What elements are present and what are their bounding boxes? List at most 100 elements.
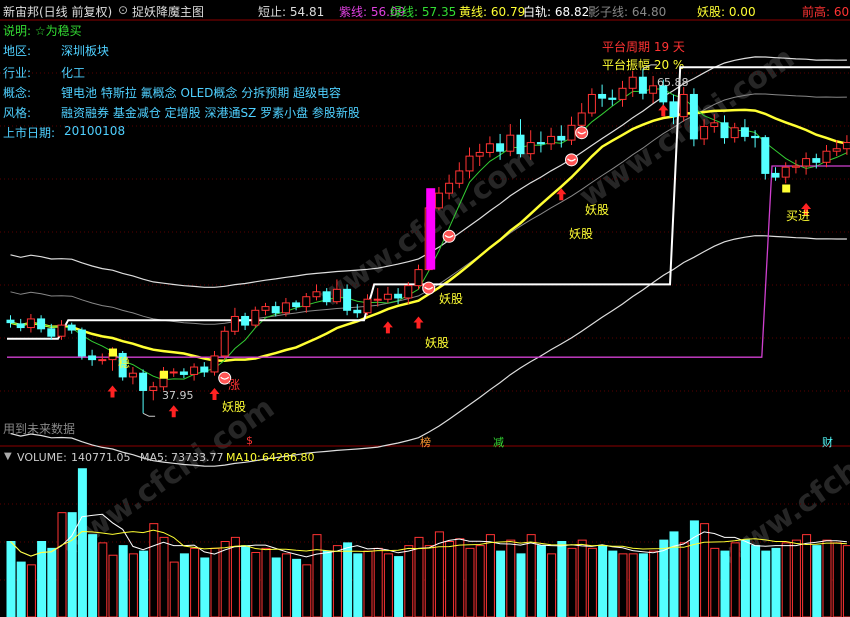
volume-bar[interactable]: [332, 545, 342, 617]
volume-bar[interactable]: [118, 545, 128, 617]
candle-body[interactable]: [47, 328, 56, 337]
candle-body[interactable]: [434, 192, 443, 209]
volume-bar[interactable]: [312, 534, 322, 617]
volume-bar[interactable]: [455, 538, 465, 617]
volume-bar[interactable]: [638, 553, 648, 617]
volume-bar[interactable]: [271, 557, 281, 617]
candle-body[interactable]: [6, 319, 15, 324]
volume-bar[interactable]: [292, 558, 302, 617]
volume-bar[interactable]: [618, 553, 628, 617]
volume-bar[interactable]: [730, 542, 740, 617]
volume-bar[interactable]: [383, 553, 393, 617]
volume-bar[interactable]: [343, 542, 353, 617]
volume-bar[interactable]: [802, 534, 812, 617]
candle-body[interactable]: [710, 122, 719, 128]
candle-body[interactable]: [292, 302, 301, 308]
volume-bar[interactable]: [108, 554, 118, 617]
candle-body[interactable]: [88, 355, 97, 361]
volume-bar[interactable]: [322, 550, 332, 617]
volume-bar[interactable]: [547, 553, 557, 617]
volume-bar[interactable]: [424, 545, 434, 617]
candle-body[interactable]: [26, 318, 35, 329]
candle-body[interactable]: [343, 288, 352, 311]
volume-bar[interactable]: [98, 542, 108, 617]
candle-body[interactable]: [567, 124, 576, 141]
volume-bar[interactable]: [475, 545, 485, 617]
candle-body[interactable]: [730, 127, 739, 139]
candle-body[interactable]: [37, 318, 46, 330]
candle-body[interactable]: [547, 135, 556, 145]
volume-bar[interactable]: [710, 547, 720, 617]
candle-body[interactable]: [302, 296, 311, 308]
candle-body[interactable]: [496, 143, 505, 152]
volume-bar[interactable]: [506, 539, 516, 617]
volume-bar[interactable]: [628, 553, 638, 617]
candle-body[interactable]: [761, 137, 770, 174]
volume-bar[interactable]: [77, 468, 87, 617]
candle-body[interactable]: [230, 315, 239, 332]
candle-body[interactable]: [139, 372, 148, 391]
volume-bar[interactable]: [679, 542, 689, 617]
volume-bar[interactable]: [751, 545, 761, 617]
candle-body[interactable]: [169, 371, 178, 374]
candle-body[interactable]: [67, 324, 76, 331]
candle-body[interactable]: [98, 359, 107, 362]
candle-body[interactable]: [16, 323, 25, 329]
volume-bar[interactable]: [496, 550, 506, 617]
triangle-down-icon[interactable]: ▼: [4, 451, 12, 462]
candle-body[interactable]: [363, 298, 372, 314]
volume-bar[interactable]: [771, 547, 781, 617]
candle-body[interactable]: [669, 101, 678, 118]
candle-body[interactable]: [77, 329, 86, 357]
candle-body[interactable]: [608, 97, 617, 100]
candle-body[interactable]: [526, 142, 535, 155]
volume-bar[interactable]: [700, 523, 710, 617]
volume-bar[interactable]: [67, 512, 77, 617]
volume-bar[interactable]: [445, 541, 455, 617]
volume-bar[interactable]: [567, 547, 577, 617]
candle-body[interactable]: [455, 170, 464, 184]
candle-body[interactable]: [414, 269, 423, 287]
candle-body[interactable]: [628, 76, 637, 89]
volume-bar[interactable]: [200, 557, 210, 617]
volume-bar[interactable]: [139, 550, 149, 617]
volume-bar[interactable]: [302, 564, 312, 617]
volume-bar[interactable]: [47, 547, 57, 617]
candle-body[interactable]: [322, 291, 331, 303]
candle-body[interactable]: [373, 298, 382, 301]
volume-bar[interactable]: [241, 545, 251, 617]
candle-body[interactable]: [271, 306, 280, 314]
candle-body[interactable]: [261, 306, 270, 311]
volume-bar[interactable]: [842, 545, 850, 617]
volume-bar[interactable]: [781, 542, 791, 617]
candle-body[interactable]: [220, 330, 229, 357]
volume-bar[interactable]: [281, 553, 291, 617]
volume-bar[interactable]: [230, 536, 240, 617]
candle-body[interactable]: [689, 93, 698, 140]
candle-body[interactable]: [700, 126, 709, 140]
candle-body[interactable]: [465, 155, 474, 172]
candle-body[interactable]: [842, 142, 850, 150]
volume-bar[interactable]: [16, 561, 26, 617]
candle-body[interactable]: [598, 93, 607, 99]
volume-bar[interactable]: [363, 550, 373, 617]
candle-body[interactable]: [383, 293, 392, 300]
candle-body[interactable]: [251, 309, 260, 326]
volume-bar[interactable]: [57, 512, 67, 617]
volume-bar[interactable]: [598, 545, 608, 617]
volume-bar[interactable]: [88, 534, 98, 617]
candle-body[interactable]: [332, 288, 341, 303]
candle-body[interactable]: [516, 134, 525, 155]
event-marker-bang[interactable]: 榜: [420, 434, 431, 450]
candle-body[interactable]: [638, 76, 647, 94]
volume-bar[interactable]: [536, 545, 546, 617]
candle-body[interactable]: [618, 87, 627, 100]
candle-body[interactable]: [210, 355, 219, 373]
volume-bar[interactable]: [720, 550, 730, 617]
candle-body[interactable]: [577, 112, 586, 126]
candle-body[interactable]: [802, 158, 811, 167]
volume-bar[interactable]: [608, 550, 618, 617]
volume-bar[interactable]: [465, 547, 475, 617]
candle-body[interactable]: [740, 127, 749, 137]
volume-bar[interactable]: [179, 553, 189, 617]
